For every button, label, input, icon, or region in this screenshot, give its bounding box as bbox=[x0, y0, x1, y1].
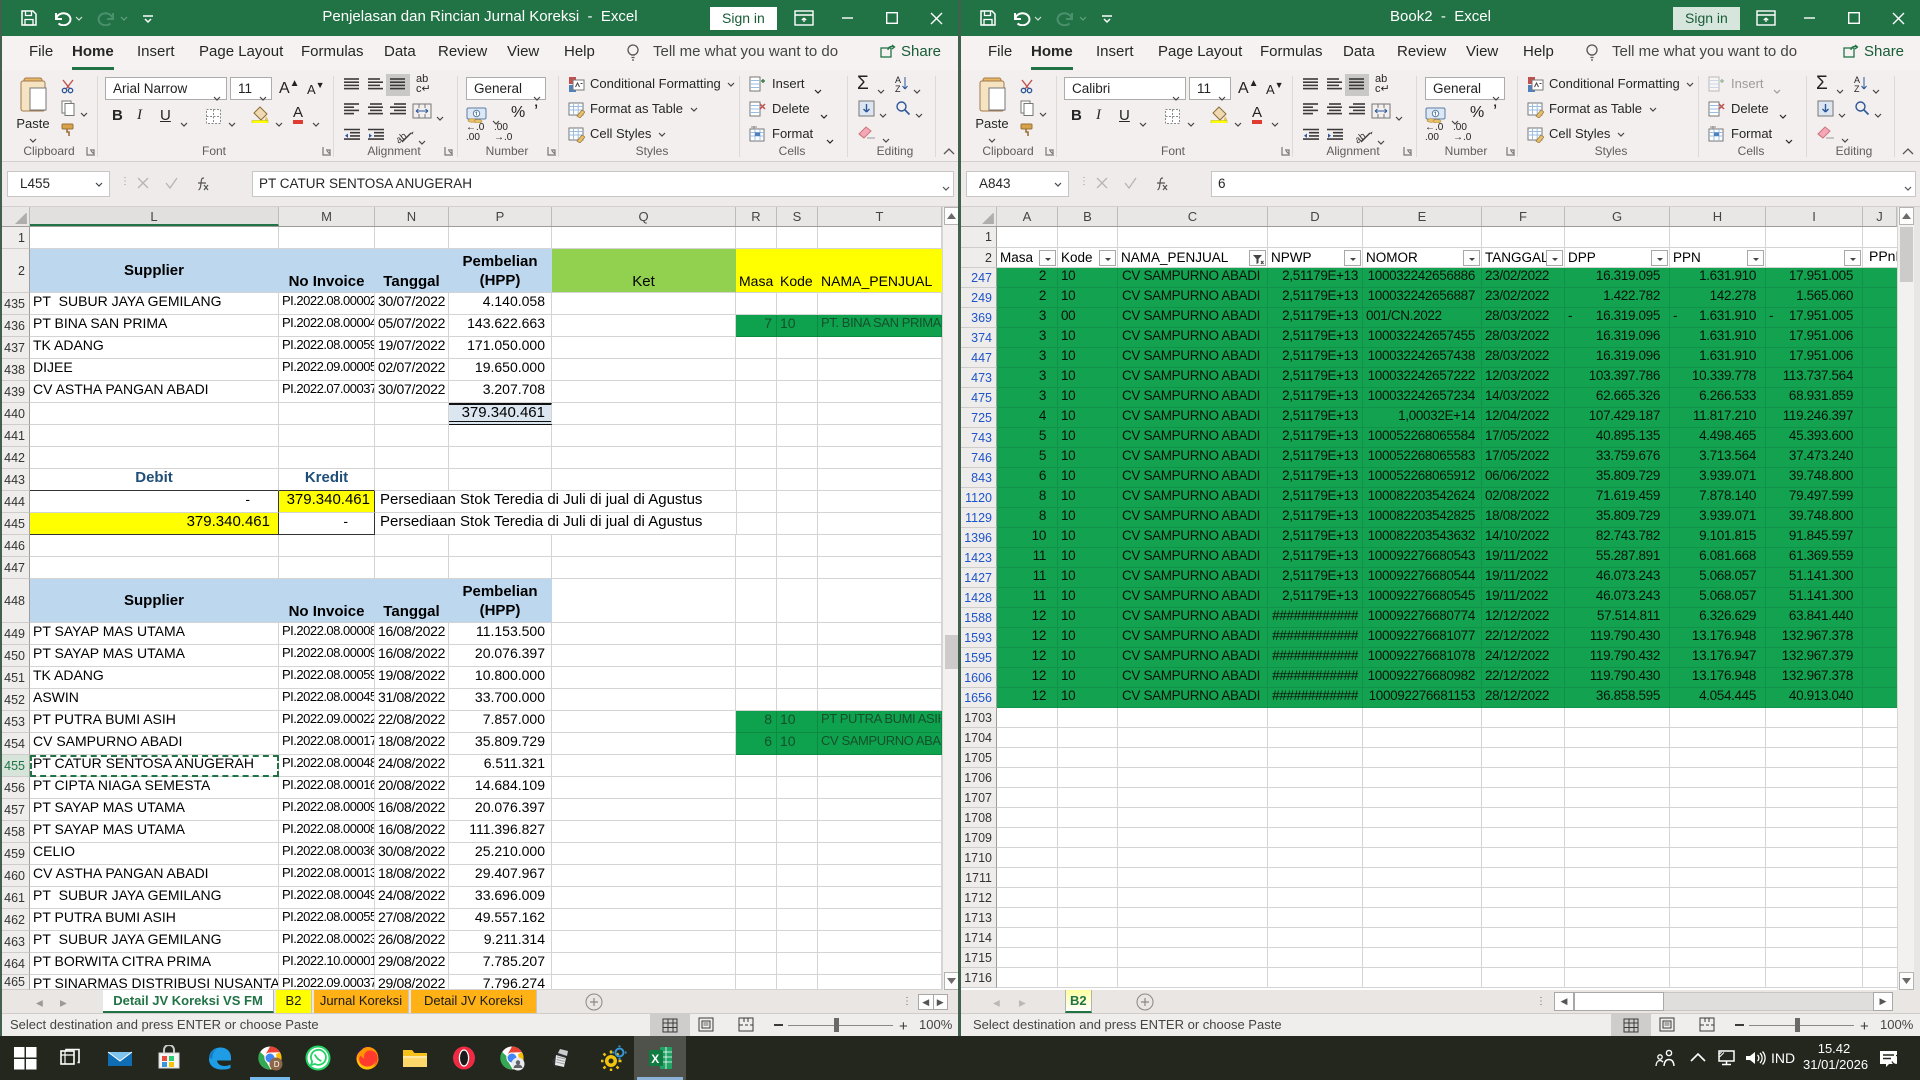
svg-text:D: D bbox=[274, 1060, 280, 1069]
svg-text:Z: Z bbox=[895, 84, 901, 93]
svg-text:ab: ab bbox=[1356, 130, 1369, 144]
svg-text:Z: Z bbox=[1854, 84, 1860, 93]
svg-text:ab: ab bbox=[397, 130, 410, 144]
svg-text:X: X bbox=[651, 1052, 659, 1066]
